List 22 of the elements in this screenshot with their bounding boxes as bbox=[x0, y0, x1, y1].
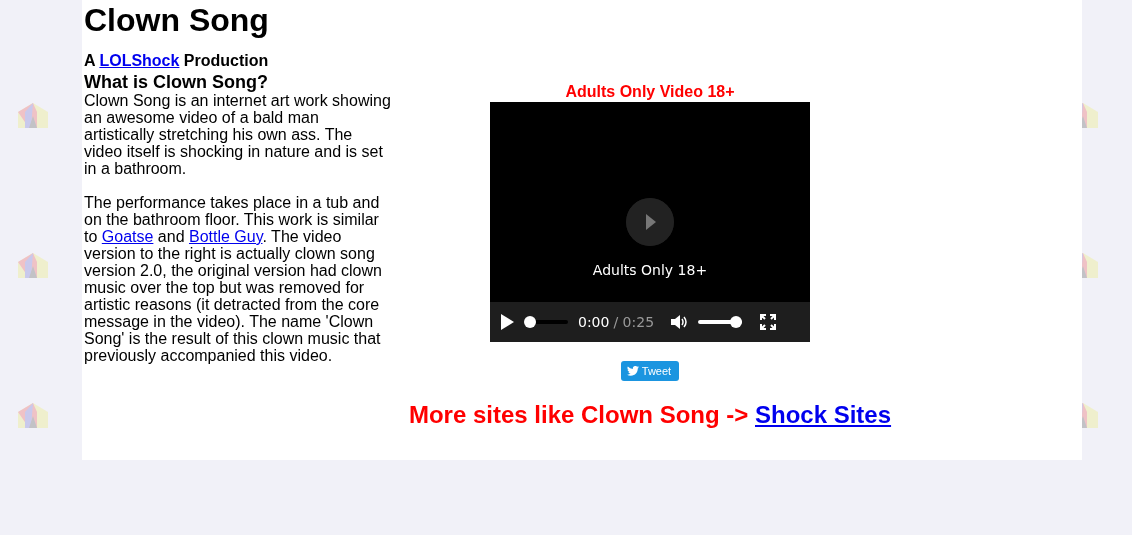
volume-slider[interactable] bbox=[698, 316, 743, 328]
paragraph: Clown Song is an internet art work showing an awesome video of a bald man artistically stretching his own ass. The video itself is shocking in nature and is set in a bathroom. bbox=[84, 92, 392, 177]
play-icon[interactable] bbox=[500, 314, 514, 330]
slider-thumb[interactable] bbox=[524, 316, 536, 328]
page-title: Clown Song bbox=[83, 1, 270, 38]
text-link[interactable]: Bottle Guy bbox=[189, 228, 263, 245]
text-link[interactable]: LOLShock bbox=[99, 52, 180, 69]
volume-icon[interactable] bbox=[670, 314, 689, 330]
text-link[interactable]: Goatse bbox=[101, 228, 154, 245]
slider-thumb[interactable] bbox=[730, 316, 743, 328]
duration: / 0:25 bbox=[613, 314, 655, 330]
current-time: 0:00 bbox=[578, 314, 610, 330]
fullscreen-icon[interactable] bbox=[760, 314, 777, 330]
text-link[interactable]: Shock Sites bbox=[755, 401, 892, 428]
section-heading: What is Clown Song? bbox=[84, 72, 269, 92]
promo-text: More sites like Clown Song -> Shock Sites bbox=[408, 401, 892, 429]
progress-slider[interactable] bbox=[524, 316, 568, 328]
video-overlay-text: Adults Only 18+ bbox=[592, 262, 708, 278]
bird-icon bbox=[626, 366, 639, 376]
paragraph: The performance takes place in a tub and on the bathroom floor. This work is similar to Goatse and Bottle Guy. The video version to the right is actually clown song version 2.0, the original version had clown music over the top but was removed for artistic reasons (it detracted from the core message in the video). The name 'Clown Song' is the result of this clown music that previously accompanied this video. bbox=[84, 194, 383, 364]
video-caption: Adults Only Video 18+ bbox=[565, 82, 735, 102]
byline: A LOLShock Production bbox=[84, 52, 270, 70]
